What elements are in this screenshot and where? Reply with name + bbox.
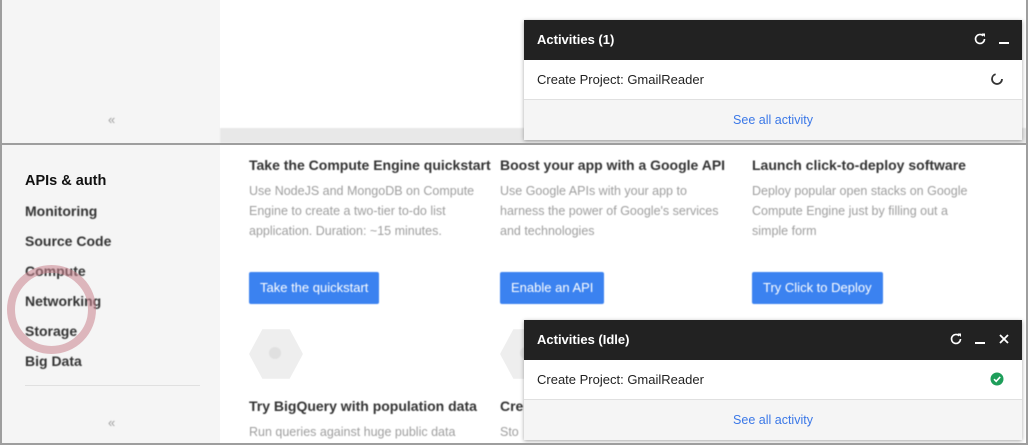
card-description: Run queries against huge public data xyxy=(249,425,456,439)
activities-panel-idle: Activities (Idle) Create Project: GmailR… xyxy=(524,320,1022,440)
spinner-icon xyxy=(990,72,1004,86)
try-click-to-deploy-button[interactable]: Try Click to Deploy xyxy=(752,272,883,304)
activities-header: Activities (Idle) xyxy=(524,320,1022,360)
card-title: Take the Compute Engine quickstart xyxy=(249,157,491,173)
activities-footer: See all activity xyxy=(524,400,1022,440)
take-quickstart-button[interactable]: Take the quickstart xyxy=(249,272,380,304)
sidebar-item-apis-auth[interactable]: APIs & auth xyxy=(25,173,106,189)
activity-item: Create Project: GmailReader xyxy=(524,60,1022,100)
card-description: Deploy popular open stacks on Google Com… xyxy=(752,184,968,238)
google-api-card: Boost your app with a Google API Use Goo… xyxy=(500,157,732,304)
sidebar-top: « xyxy=(2,0,220,143)
enable-api-button[interactable]: Enable an API xyxy=(500,272,605,304)
sidebar-item-big-data[interactable]: Big Data xyxy=(25,353,82,369)
sidebar-item-source-code[interactable]: Source Code xyxy=(25,233,111,249)
sidebar-item-compute[interactable]: Compute xyxy=(25,263,86,279)
bigquery-card: Try BigQuery with population data Run qu… xyxy=(249,398,481,442)
bottom-screenshot-crop: APIs & auth Monitoring Source Code Compu… xyxy=(0,143,1028,445)
collapse-sidebar-icon[interactable]: « xyxy=(108,112,115,127)
close-icon[interactable] xyxy=(996,331,1012,347)
activities-panel-running: Activities (1) Create Project: GmailRead… xyxy=(524,20,1022,140)
top-screenshot-crop: « Activities (1) Create Project: GmailRe… xyxy=(0,0,1028,143)
card-title: Try BigQuery with population data xyxy=(249,398,477,414)
activities-footer: See all activity xyxy=(524,100,1022,140)
activity-item-label: Create Project: GmailReader xyxy=(537,372,704,387)
activity-item: Create Project: GmailReader xyxy=(524,360,1022,400)
card-title: Boost your app with a Google API xyxy=(500,157,726,173)
sidebar-item-storage[interactable]: Storage xyxy=(25,323,77,339)
sidebar-item-monitoring[interactable]: Monitoring xyxy=(25,203,97,219)
sidebar-item-networking[interactable]: Networking xyxy=(25,293,101,309)
see-all-activity-link[interactable]: See all activity xyxy=(733,413,813,427)
check-circle-icon xyxy=(990,372,1004,386)
sidebar-divider xyxy=(25,385,200,386)
sidebar-nav: APIs & auth Monitoring Source Code Compu… xyxy=(2,145,220,443)
minimize-icon[interactable] xyxy=(972,331,988,347)
card-description: Use Google APIs with your app to harness… xyxy=(500,184,719,238)
card-title: Launch click-to-deploy software xyxy=(752,157,966,173)
quickstart-card: Take the Compute Engine quickstart Use N… xyxy=(249,157,491,304)
activities-header: Activities (1) xyxy=(524,20,1022,60)
click-to-deploy-card: Launch click-to-deploy software Deploy p… xyxy=(752,157,984,304)
activity-item-label: Create Project: GmailReader xyxy=(537,72,704,87)
activities-title: Activities (1) xyxy=(537,32,615,47)
minimize-icon[interactable] xyxy=(996,31,1012,47)
refresh-icon[interactable] xyxy=(948,331,964,347)
collapse-sidebar-icon[interactable]: « xyxy=(108,415,115,430)
card-description: Use NodeJS and MongoDB on Compute Engine… xyxy=(249,184,475,238)
bigquery-icon xyxy=(249,329,303,379)
activities-title: Activities (Idle) xyxy=(537,332,630,347)
see-all-activity-link[interactable]: See all activity xyxy=(733,113,813,127)
refresh-icon[interactable] xyxy=(972,31,988,47)
